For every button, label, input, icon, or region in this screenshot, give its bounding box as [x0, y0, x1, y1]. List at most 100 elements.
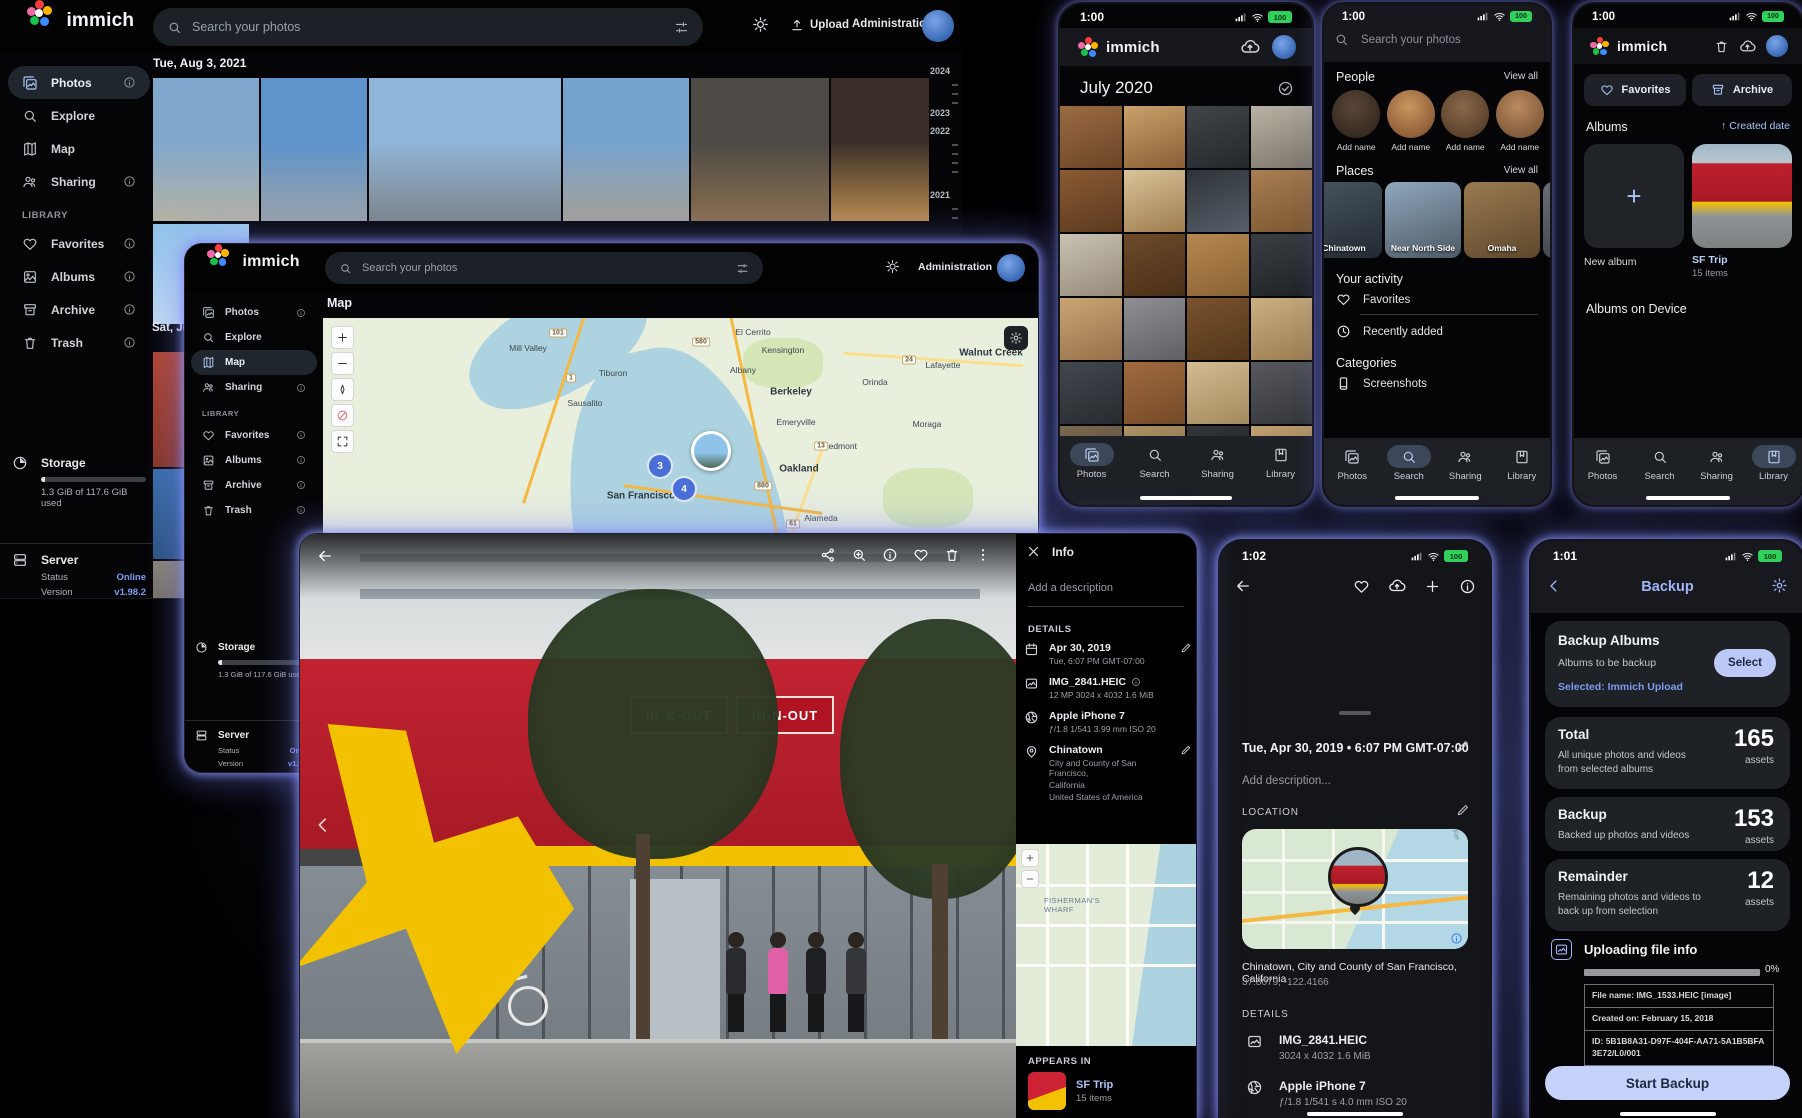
administration-link[interactable]: Administration: [918, 261, 992, 273]
add-description-field[interactable]: Add a description: [1028, 582, 1113, 594]
info-circle-icon[interactable]: [1131, 677, 1141, 687]
upload-cloud-icon[interactable]: [1388, 577, 1406, 595]
info-circle-icon[interactable]: [296, 505, 306, 515]
sidebar-item-albums[interactable]: Albums: [8, 260, 150, 293]
info-circle-icon[interactable]: [123, 237, 136, 250]
location-map[interactable]: d - San Francisco Fer: [1242, 829, 1468, 949]
edit-pencil-icon[interactable]: [1180, 642, 1192, 654]
filter-sliders-icon[interactable]: [674, 20, 689, 35]
drag-handle[interactable]: [1339, 711, 1371, 715]
zoom-in-icon[interactable]: [851, 547, 867, 563]
info-circle-icon[interactable]: [123, 303, 136, 316]
photo-thumb[interactable]: [831, 78, 929, 221]
nav-item-sharing[interactable]: Sharing: [1196, 443, 1240, 480]
edit-pencil-icon[interactable]: [1180, 744, 1192, 756]
nav-item-photos[interactable]: Photos: [1070, 443, 1114, 480]
search-input[interactable]: Search your photos: [153, 8, 703, 46]
sidebar-item-sharing[interactable]: Sharing: [191, 375, 317, 400]
info-circle-icon[interactable]: [123, 336, 136, 349]
person-face[interactable]: Add name: [1332, 90, 1381, 152]
add-name-label[interactable]: Add name: [1337, 142, 1376, 152]
photo-thumb[interactable]: [1187, 106, 1249, 168]
user-avatar[interactable]: [997, 254, 1025, 282]
edit-date-pencil-icon[interactable]: [1456, 739, 1470, 753]
nav-item-photos[interactable]: Photos: [1581, 445, 1625, 482]
info-circle-icon[interactable]: [123, 76, 136, 89]
place-card[interactable]: Pi: [1543, 182, 1550, 258]
backup-cloud-icon[interactable]: [1739, 38, 1756, 55]
timeline-scrubber[interactable]: 2024202320222021: [930, 60, 960, 260]
place-card[interactable]: Near North Side: [1385, 182, 1461, 258]
back-icon[interactable]: [316, 547, 334, 565]
appears-in-album[interactable]: SF Trip 15 items: [1028, 1072, 1113, 1110]
backup-cloud-icon[interactable]: [1240, 37, 1260, 57]
nav-item-search[interactable]: Search: [1133, 443, 1177, 480]
sidebar-item-albums[interactable]: Albums: [191, 448, 317, 473]
nav-item-photos[interactable]: Photos: [1330, 445, 1374, 482]
sidebar-item-archive[interactable]: Archive: [8, 293, 150, 326]
photo-thumb[interactable]: [1187, 234, 1249, 296]
location-minimap[interactable]: FISHERMAN'S WHARF: [1016, 844, 1196, 1046]
settings-gear-icon[interactable]: [1771, 577, 1788, 594]
delete-icon[interactable]: [944, 547, 960, 563]
home-indicator[interactable]: [1620, 1112, 1716, 1116]
info-circle-icon[interactable]: [296, 480, 306, 490]
photo-thumb[interactable]: [1060, 234, 1122, 296]
photo-thumb[interactable]: [1251, 234, 1313, 296]
close-icon[interactable]: [1026, 544, 1041, 559]
archive-button[interactable]: Archive: [1692, 74, 1792, 106]
add-name-label[interactable]: Add name: [1391, 142, 1430, 152]
user-avatar[interactable]: [1272, 35, 1296, 59]
home-indicator[interactable]: [1395, 496, 1479, 500]
info-circle-icon[interactable]: [123, 175, 136, 188]
back-icon[interactable]: [1234, 577, 1252, 595]
map-photo-marker[interactable]: [691, 431, 731, 471]
people-view-all-link[interactable]: View all: [1504, 71, 1538, 82]
sidebar-item-favorites[interactable]: Favorites: [8, 227, 150, 260]
photo-thumb[interactable]: [1187, 170, 1249, 232]
map-cluster-marker[interactable]: 3: [647, 453, 673, 479]
nav-item-sharing[interactable]: Sharing: [1695, 445, 1739, 482]
photo-thumb[interactable]: [1124, 106, 1186, 168]
fullscreen-button[interactable]: [331, 430, 354, 453]
map-info-icon[interactable]: [1450, 932, 1463, 945]
place-card[interactable]: Omaha: [1464, 182, 1540, 258]
info-icon[interactable]: [1459, 577, 1476, 595]
select-button[interactable]: Select: [1714, 649, 1776, 677]
album-name[interactable]: SF Trip: [1076, 1079, 1113, 1091]
photo-thumb[interactable]: [1251, 170, 1313, 232]
theme-toggle-sun-icon[interactable]: [752, 16, 769, 33]
sidebar-item-explore[interactable]: Explore: [8, 99, 150, 132]
upload-button[interactable]: Upload: [790, 18, 849, 32]
administration-link[interactable]: Administration: [852, 18, 933, 30]
album-cover-sf-trip[interactable]: [1692, 144, 1792, 248]
hide-photos-button[interactable]: [331, 404, 354, 427]
favorites-button[interactable]: Favorites: [1584, 74, 1686, 106]
sidebar-item-favorites[interactable]: Favorites: [191, 423, 317, 448]
favorite-heart-icon[interactable]: [913, 547, 929, 563]
add-to-icon[interactable]: [1424, 577, 1441, 595]
photo-thumb[interactable]: [1251, 106, 1313, 168]
photo-thumb[interactable]: [1060, 106, 1122, 168]
photo-thumb[interactable]: [1124, 170, 1186, 232]
new-album-card[interactable]: +: [1584, 144, 1684, 248]
nav-item-search[interactable]: Search: [1387, 445, 1431, 482]
nav-item-search[interactable]: Search: [1638, 445, 1682, 482]
theme-toggle-sun-icon[interactable]: [885, 259, 900, 274]
place-card[interactable]: Chinatown: [1324, 182, 1382, 258]
user-avatar[interactable]: [1766, 35, 1788, 57]
sidebar-item-explore[interactable]: Explore: [191, 325, 317, 350]
photo-thumb[interactable]: [1060, 362, 1122, 424]
sidebar-item-photos[interactable]: Photos: [191, 300, 317, 325]
photo-marker[interactable]: [1328, 847, 1388, 907]
photo-thumb[interactable]: [1060, 170, 1122, 232]
nav-item-library[interactable]: Library: [1500, 445, 1544, 482]
photo-thumb[interactable]: [153, 78, 259, 221]
sidebar-item-trash[interactable]: Trash: [8, 326, 150, 359]
filter-sliders-icon[interactable]: [736, 262, 749, 275]
screenshots-row[interactable]: Screenshots: [1336, 376, 1427, 391]
nav-item-library[interactable]: Library: [1752, 445, 1796, 482]
nav-item-sharing[interactable]: Sharing: [1443, 445, 1487, 482]
sidebar-item-photos[interactable]: Photos: [8, 66, 150, 99]
edit-location-pencil-icon[interactable]: [1456, 803, 1470, 817]
